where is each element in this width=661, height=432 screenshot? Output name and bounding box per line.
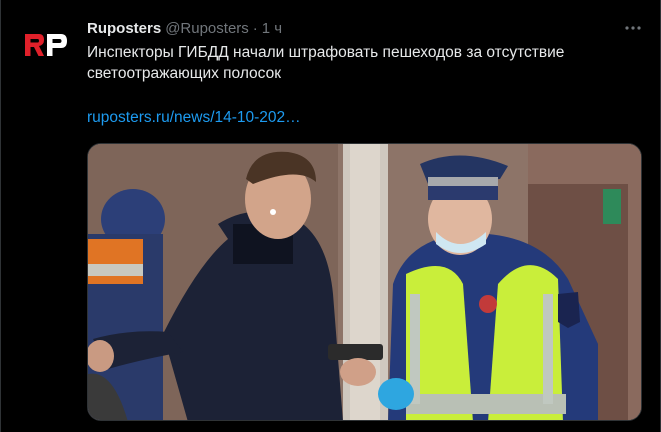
tweet-photo[interactable]	[87, 143, 642, 421]
more-options-button[interactable]	[621, 16, 645, 40]
tweet-link[interactable]: ruposters.ru/news/14-10-202…	[87, 107, 301, 128]
author-name[interactable]: Ruposters	[87, 20, 161, 37]
timestamp[interactable]: 1 ч	[262, 20, 282, 37]
more-horizontal-icon	[625, 26, 641, 30]
avatar[interactable]	[17, 19, 73, 75]
tweet-card[interactable]: Ruposters @Ruposters · 1 ч Инспекторы ГИ…	[0, 0, 661, 432]
tweet-text: Инспекторы ГИБДД начали штрафовать пешех…	[87, 44, 565, 82]
ruposters-logo	[25, 34, 67, 56]
author-handle[interactable]: @Ruposters	[165, 20, 249, 37]
photo-image	[88, 144, 641, 420]
separator-dot: ·	[252, 19, 258, 37]
tweet-header: Ruposters @Ruposters · 1 ч	[87, 18, 282, 38]
